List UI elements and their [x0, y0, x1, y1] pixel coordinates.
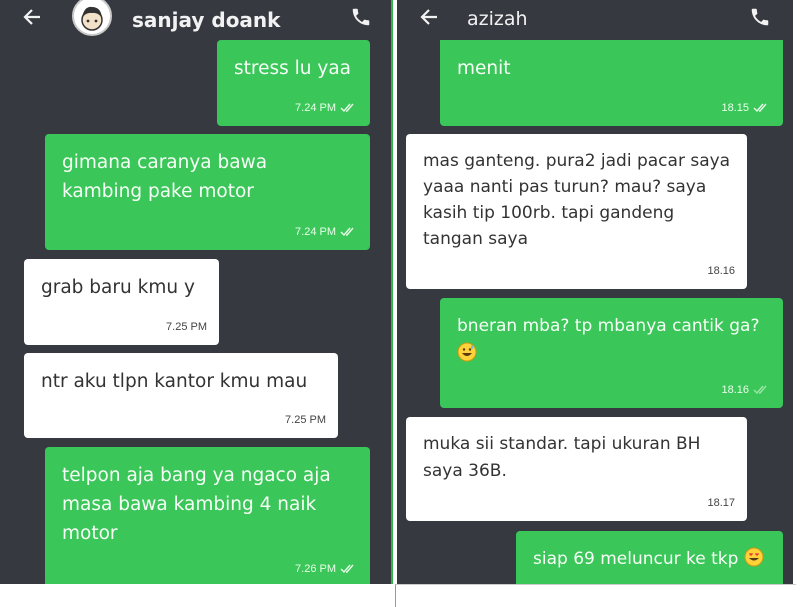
- message-text: grab baru kmu y: [41, 277, 195, 298]
- message-time: 7.25 PM: [166, 321, 207, 333]
- grinning-sweat-emoji-icon: [457, 342, 477, 362]
- left-chat-panel: sanjay doank stress lu yaa 7.24 PM giman…: [0, 0, 393, 584]
- contact-name[interactable]: sanjay doank: [132, 8, 280, 32]
- message-bubble[interactable]: ntr aku tlpn kantor kmu mau 7.25 PM: [24, 353, 338, 438]
- message-bubble[interactable]: bneran mba? tp mbanya cantik ga? 18.16: [440, 298, 783, 408]
- message-time: 18.16: [721, 384, 749, 396]
- phone-icon[interactable]: [350, 6, 372, 28]
- double-check-icon: [340, 564, 354, 574]
- message-bubble[interactable]: menit 18.15: [440, 30, 783, 126]
- message-time: 18.17: [707, 497, 735, 509]
- back-arrow-icon[interactable]: [419, 6, 439, 28]
- message-time: 7.24 PM: [295, 102, 336, 114]
- double-check-icon: [753, 385, 767, 395]
- message-text: stress lu yaa: [234, 58, 351, 79]
- message-time: 18.15: [721, 102, 749, 114]
- message-time: 7.26 PM: [295, 563, 336, 575]
- message-text: mas ganteng. pura2 jadi pacar saya yaaa …: [423, 151, 731, 249]
- message-time: 18.16: [707, 265, 735, 277]
- message-bubble[interactable]: grab baru kmu y 7.25 PM: [24, 259, 219, 345]
- message-bubble[interactable]: mas ganteng. pura2 jadi pacar saya yaaa …: [406, 134, 747, 289]
- right-chat-panel: azizah menit 18.15 mas ganteng. pura2 ja…: [397, 0, 793, 584]
- message-text: siap 69 meluncur ke tkp: [533, 545, 764, 573]
- chat-header: sanjay doank: [0, 0, 391, 40]
- message-text: ntr aku tlpn kantor kmu mau: [41, 371, 308, 392]
- message-text: telpon aja bang ya ngaco aja masa bawa k…: [62, 465, 331, 544]
- avatar[interactable]: [72, 0, 112, 36]
- double-check-icon: [340, 227, 354, 237]
- back-arrow-icon[interactable]: [22, 6, 42, 28]
- message-bubble[interactable]: gimana caranya bawa kambing pake motor 7…: [45, 134, 370, 250]
- message-time: 7.24 PM: [295, 226, 336, 238]
- message-bubble[interactable]: muka sii standar. tapi ukuran BH saya 36…: [406, 417, 747, 521]
- message-bubble[interactable]: siap 69 meluncur ke tkp: [516, 531, 783, 584]
- bottom-strip: [395, 584, 796, 607]
- message-text: bneran mba? tp mbanya cantik ga?: [457, 312, 760, 368]
- double-check-icon: [753, 103, 767, 113]
- double-check-icon: [340, 103, 354, 113]
- message-time: 7.25 PM: [285, 414, 326, 426]
- chat-header: azizah: [397, 0, 793, 40]
- message-text: menit: [457, 58, 511, 79]
- message-text: gimana caranya bawa kambing pake motor: [62, 152, 268, 202]
- message-bubble[interactable]: stress lu yaa 7.24 PM: [217, 40, 370, 126]
- phone-icon[interactable]: [749, 6, 771, 28]
- message-text: muka sii standar. tapi ukuran BH saya 36…: [423, 434, 701, 481]
- heart-eyes-emoji-icon: [744, 547, 764, 567]
- contact-name[interactable]: azizah: [467, 8, 528, 30]
- message-bubble[interactable]: telpon aja bang ya ngaco aja masa bawa k…: [45, 447, 370, 584]
